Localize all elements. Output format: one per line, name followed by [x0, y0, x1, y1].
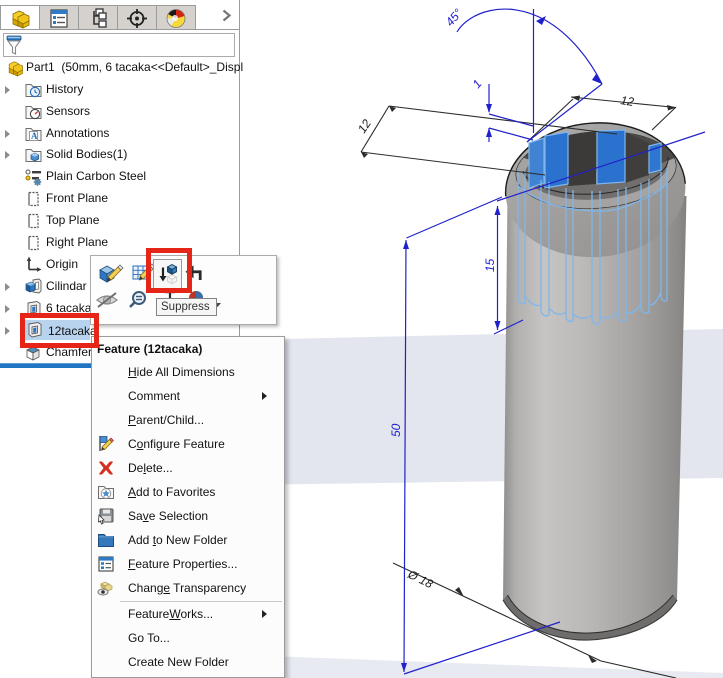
svg-text:A: A	[31, 131, 38, 141]
svg-text:50: 50	[389, 423, 403, 437]
svg-text:Ø 18: Ø 18	[405, 567, 436, 592]
svg-text:1: 1	[470, 77, 485, 91]
svg-text:12: 12	[355, 117, 374, 136]
svg-text:15: 15	[483, 258, 497, 272]
svg-text:12: 12	[620, 93, 636, 109]
